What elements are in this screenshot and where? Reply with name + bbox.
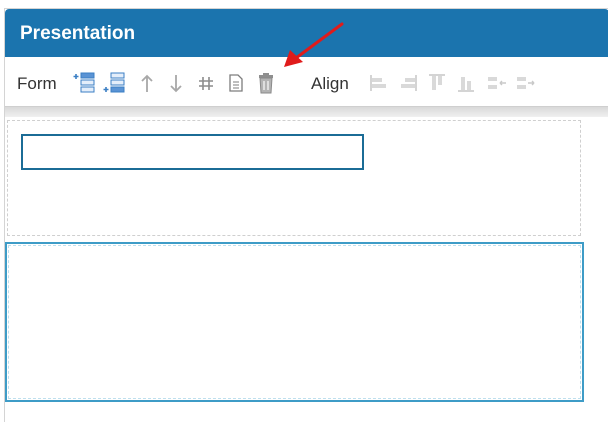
align-right-icon[interactable] <box>396 72 420 94</box>
align-top-icon[interactable] <box>425 72 449 94</box>
annotation-arrow-icon <box>284 22 344 67</box>
align-distribute-right-icon[interactable] <box>514 72 538 94</box>
insert-row-below-icon[interactable] <box>103 72 127 94</box>
move-up-icon[interactable] <box>135 72 159 94</box>
form-section-selected[interactable] <box>5 242 584 402</box>
panel-title: Presentation <box>20 23 136 44</box>
align-bottom-icon[interactable] <box>454 72 478 94</box>
form-section-drop-zone <box>8 245 581 399</box>
toolbar-divider <box>5 107 608 117</box>
form-field-placeholder[interactable] <box>21 134 364 170</box>
document-icon[interactable] <box>224 72 248 94</box>
insert-row-above-icon[interactable] <box>73 72 97 94</box>
grid-icon[interactable] <box>194 72 218 94</box>
align-label: Align <box>311 74 349 93</box>
align-distribute-left-icon[interactable] <box>485 72 509 94</box>
form-section-top[interactable] <box>7 120 581 236</box>
align-left-icon[interactable] <box>367 72 391 94</box>
form-label: Form <box>17 74 57 93</box>
delete-icon[interactable] <box>254 72 278 94</box>
move-down-icon[interactable] <box>164 72 188 94</box>
